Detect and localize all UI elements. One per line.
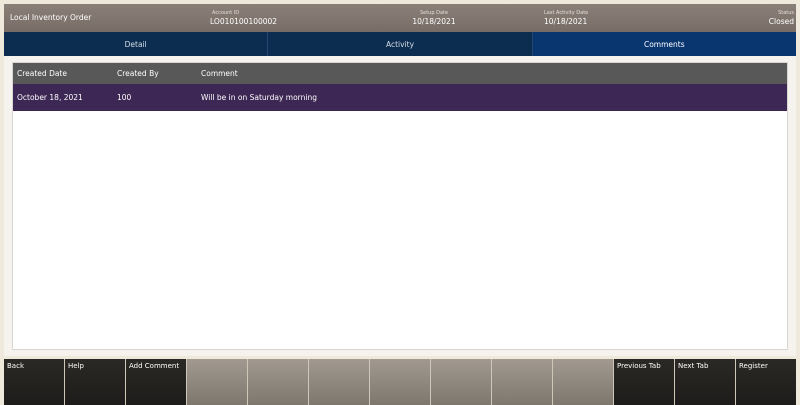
- empty-function-key: [248, 359, 308, 405]
- add-comment-button[interactable]: Add Comment: [126, 359, 186, 405]
- last-activity-field: Last Activity Date 10/18/2021: [544, 10, 614, 26]
- status-value: Closed: [768, 17, 794, 26]
- tab-bar: Detail Activity Comments: [4, 32, 796, 61]
- column-header-comment[interactable]: Comment: [197, 69, 787, 78]
- account-id-label: Account ID: [212, 10, 240, 16]
- empty-function-key: [309, 359, 369, 405]
- tab-detail[interactable]: Detail: [4, 32, 269, 56]
- account-id-field: Account ID LO010100100002: [210, 10, 290, 26]
- tab-activity[interactable]: Activity: [268, 32, 533, 56]
- previous-tab-button[interactable]: Previous Tab: [614, 359, 674, 405]
- last-activity-value: 10/18/2021: [544, 17, 588, 26]
- cell-created-date: October 18, 2021: [17, 93, 83, 102]
- register-button[interactable]: Register: [736, 359, 796, 405]
- table-header: Created Date Created By Comment: [13, 63, 787, 84]
- column-header-created-date[interactable]: Created Date: [13, 69, 113, 78]
- empty-function-key: [431, 359, 491, 405]
- header-bar: Local Inventory Order Account ID LO01010…: [4, 4, 796, 32]
- function-key-bar: Back Help Add Comment Previous Tab Next …: [4, 359, 796, 405]
- column-header-created-by[interactable]: Created By: [113, 69, 197, 78]
- cell-created-by: 100: [117, 93, 132, 102]
- content-area: Created Date Created By Comment October …: [4, 56, 796, 356]
- table-row[interactable]: October 18, 2021 100 Will be in on Satur…: [13, 84, 787, 111]
- empty-function-key: [492, 359, 552, 405]
- next-tab-button[interactable]: Next Tab: [675, 359, 735, 405]
- last-activity-label: Last Activity Date: [544, 10, 589, 16]
- comments-table: Created Date Created By Comment October …: [12, 62, 788, 350]
- tab-comments[interactable]: Comments: [532, 32, 796, 61]
- setup-date-value: 10/18/2021: [412, 17, 456, 26]
- help-button[interactable]: Help: [65, 359, 125, 405]
- empty-function-key: [187, 359, 247, 405]
- setup-date-label: Setup Date: [419, 10, 449, 16]
- account-id-value: LO010100100002: [210, 17, 278, 26]
- empty-function-key: [370, 359, 430, 405]
- status-field: Status Closed: [754, 10, 794, 26]
- setup-date-field: Setup Date 10/18/2021: [404, 10, 464, 26]
- page-title: Local Inventory Order: [10, 13, 92, 22]
- status-label: Status: [778, 10, 794, 16]
- back-button[interactable]: Back: [4, 359, 64, 405]
- cell-comment: Will be in on Saturday morning: [201, 93, 317, 102]
- empty-function-key: [553, 359, 613, 405]
